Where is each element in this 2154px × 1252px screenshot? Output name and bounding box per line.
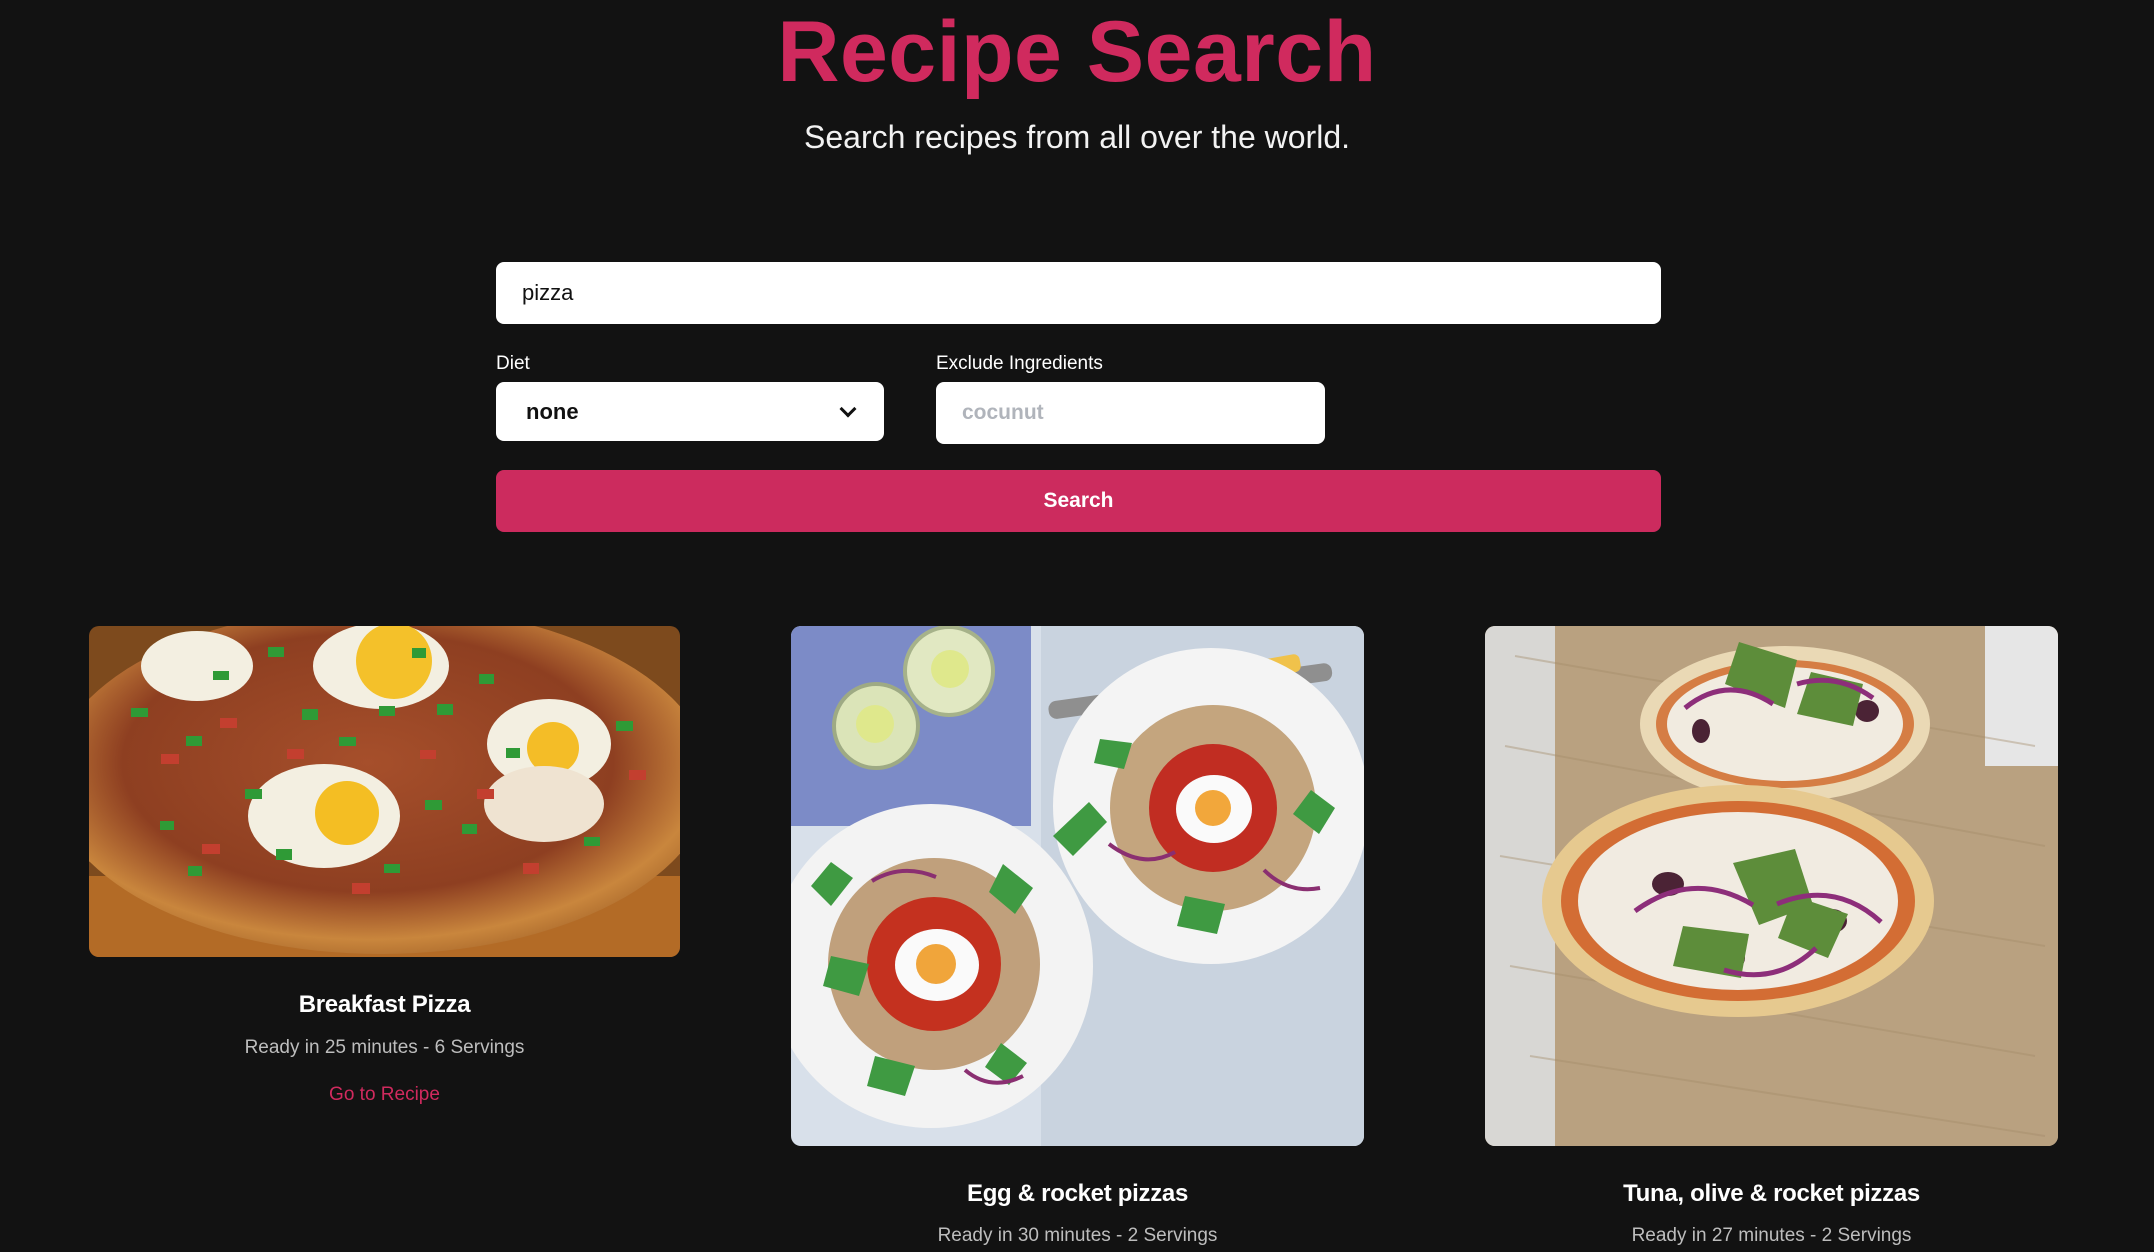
recipe-title: Egg & rocket pizzas [966, 1180, 1189, 1207]
page-title: Recipe Search [777, 4, 1377, 100]
recipe-card: Breakfast Pizza Ready in 25 minutes - 6 … [89, 626, 680, 1146]
recipe-meta: Ready in 30 minutes - 2 Servings [937, 1225, 1218, 1246]
recipe-meta: Ready in 27 minutes - 2 Servings [1631, 1225, 1912, 1246]
go-to-recipe-link[interactable]: Go to Recipe [89, 1083, 680, 1107]
recipe-card: Egg & rocket pizzas Ready in 30 minutes … [791, 626, 1364, 1252]
breakfast-pizza-image [89, 626, 680, 957]
recipe-image[interactable] [791, 626, 1364, 1146]
recipe-card: Tuna, olive & rocket pizzas Ready in 27 … [1485, 626, 2058, 1252]
page-subtitle: Search recipes from all over the world. [804, 119, 1350, 155]
exclude-ingredients-input[interactable] [936, 382, 1325, 444]
recipe-meta: Ready in 25 minutes - 6 Servings [244, 1037, 525, 1058]
recipe-title: Tuna, olive & rocket pizzas [1623, 1180, 1920, 1207]
diet-select-value: none [526, 398, 579, 424]
egg-rocket-pizzas-image [791, 626, 1364, 1146]
diet-label: Diet [496, 353, 530, 374]
exclude-ingredients-label: Exclude Ingredients [936, 353, 1103, 374]
search-input[interactable] [496, 262, 1661, 324]
chevron-down-icon [839, 400, 857, 417]
search-button[interactable]: Search [496, 470, 1661, 532]
tuna-olive-rocket-pizzas-image [1485, 626, 2058, 1146]
recipe-image[interactable] [89, 626, 680, 957]
recipe-image[interactable] [1485, 626, 2058, 1146]
recipe-title: Breakfast Pizza [298, 991, 471, 1018]
diet-select[interactable]: none [496, 382, 884, 441]
